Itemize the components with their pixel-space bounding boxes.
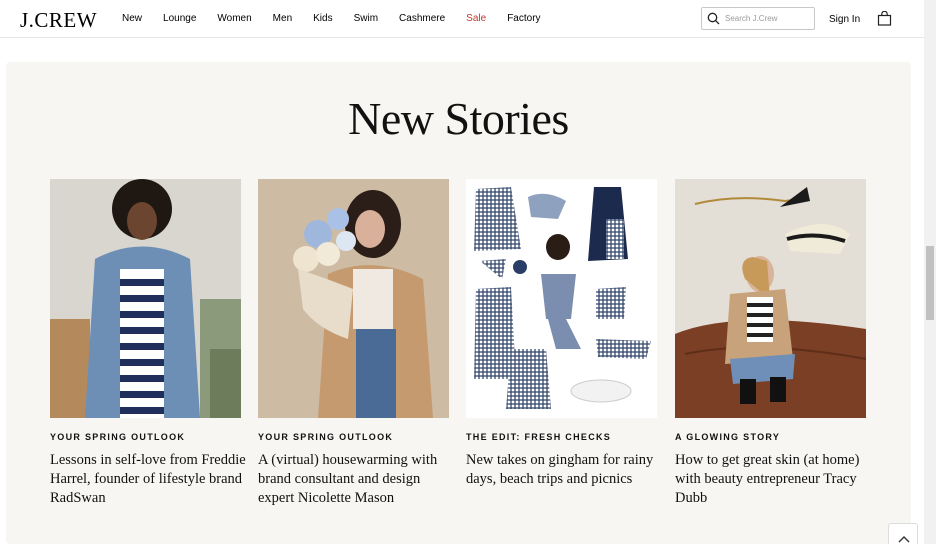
search-input[interactable] xyxy=(725,14,805,23)
story-headline[interactable]: A (virtual) housewarming with brand cons… xyxy=(258,451,458,508)
site-header: J.CREW New Lounge Women Men Kids Swim Ca… xyxy=(0,0,924,38)
section-title: New Stories xyxy=(348,93,569,144)
story-card[interactable]: A GLOWING STORY How to get great skin (a… xyxy=(675,179,866,508)
nav-item-cashmere[interactable]: Cashmere xyxy=(399,13,445,24)
new-stories-section: New Stories YOUR SPRING OUTLOOK Lessons … xyxy=(6,62,911,544)
nav-item-kids[interactable]: Kids xyxy=(313,13,332,24)
nav-item-factory[interactable]: Factory xyxy=(507,13,540,24)
story-image-nicolette[interactable] xyxy=(258,179,449,418)
story-image-freddie[interactable] xyxy=(50,179,241,418)
shopping-bag-icon[interactable] xyxy=(877,11,892,26)
scrollbar-thumb[interactable] xyxy=(926,246,934,320)
story-headline[interactable]: How to get great skin (at home) with bea… xyxy=(675,451,875,508)
back-to-top-button[interactable] xyxy=(888,523,918,544)
story-card[interactable]: THE EDIT: FRESH CHECKS New takes on ging… xyxy=(466,179,657,489)
nav-item-swim[interactable]: Swim xyxy=(354,13,378,24)
nav-item-lounge[interactable]: Lounge xyxy=(163,13,196,24)
jcrew-logo[interactable]: J.CREW xyxy=(20,8,97,33)
chevron-up-icon xyxy=(898,536,910,543)
search-icon xyxy=(707,12,720,25)
page-scrollbar[interactable] xyxy=(924,0,936,544)
search-box[interactable] xyxy=(701,7,815,30)
nav-item-men[interactable]: Men xyxy=(273,13,292,24)
nav-item-new[interactable]: New xyxy=(122,13,142,24)
story-eyebrow: YOUR SPRING OUTLOOK xyxy=(50,432,186,442)
main-nav: New Lounge Women Men Kids Swim Cashmere … xyxy=(122,13,562,24)
story-card[interactable]: YOUR SPRING OUTLOOK A (virtual) housewar… xyxy=(258,179,449,508)
sign-in-link[interactable]: Sign In xyxy=(829,14,860,25)
story-eyebrow: A GLOWING STORY xyxy=(675,432,781,442)
story-image-gingham[interactable] xyxy=(466,179,657,418)
nav-item-women[interactable]: Women xyxy=(217,13,251,24)
story-image-tracy[interactable] xyxy=(675,179,866,418)
story-headline[interactable]: Lessons in self-love from Freddie Harrel… xyxy=(50,451,250,508)
story-eyebrow: YOUR SPRING OUTLOOK xyxy=(258,432,394,442)
nav-item-sale[interactable]: Sale xyxy=(466,13,486,24)
story-headline[interactable]: New takes on gingham for rainy days, bea… xyxy=(466,451,666,489)
story-eyebrow: THE EDIT: FRESH CHECKS xyxy=(466,432,612,442)
story-card[interactable]: YOUR SPRING OUTLOOK Lessons in self-love… xyxy=(50,179,246,508)
